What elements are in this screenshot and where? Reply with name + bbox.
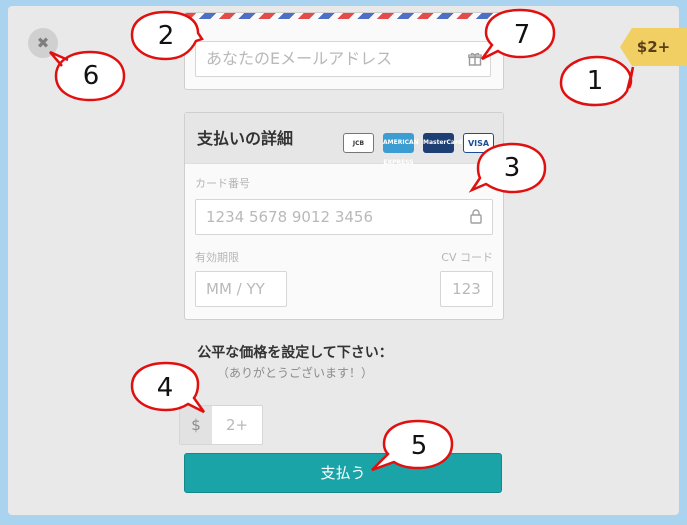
price-placeholder: 2+	[225, 416, 249, 434]
fair-price-title: 公平な価格を設定して下さい：	[197, 345, 393, 361]
card-number-input[interactable]: 1234 5678 9012 3456	[195, 199, 493, 235]
email-placeholder: あなたのEメールアドレス	[206, 49, 393, 68]
card-number-placeholder: 1234 5678 9012 3456	[206, 208, 373, 226]
callout-7-label: 7	[513, 20, 531, 50]
callout-6-label: 6	[82, 61, 100, 91]
expiry-input[interactable]: MM / YY	[195, 271, 287, 307]
lock-icon	[470, 209, 482, 224]
expiry-label: 有効期限	[195, 251, 239, 264]
callout-3: 3	[468, 140, 548, 196]
expiry-placeholder: MM / YY	[206, 280, 265, 298]
callout-6: 6	[48, 48, 126, 104]
callout-3-label: 3	[503, 153, 521, 183]
email-card: あなたのEメールアドレス	[184, 12, 504, 90]
callout-7: 7	[478, 7, 558, 63]
callout-1: 1	[555, 53, 635, 109]
callout-4-label: 4	[156, 373, 174, 403]
payment-details-card: 支払いの詳細 JCB AMERICAN EXPRESS MasterCard V…	[184, 112, 504, 320]
amex-card-icon: AMERICAN EXPRESS	[383, 133, 419, 166]
callout-2-label: 2	[157, 21, 175, 51]
callout-1-label: 1	[586, 66, 604, 96]
cvc-label: CV コード	[441, 251, 493, 264]
payment-header: 支払いの詳細 JCB AMERICAN EXPRESS MasterCard V…	[185, 113, 503, 166]
payment-title: 支払いの詳細	[197, 129, 294, 148]
cvc-input[interactable]: 123	[440, 271, 493, 307]
callout-5: 5	[370, 418, 456, 474]
jcb-card-icon: JCB	[343, 133, 374, 153]
airmail-stripe	[185, 13, 503, 19]
callout-5-label: 5	[410, 431, 428, 461]
callout-2: 2	[128, 9, 204, 63]
mastercard-icon: MasterCard	[423, 133, 462, 153]
cvc-placeholder: 123	[452, 280, 481, 298]
callout-4: 4	[128, 360, 208, 416]
fair-price-subtitle: （ありがとうございます！）	[216, 366, 373, 380]
email-input[interactable]: あなたのEメールアドレス	[195, 41, 491, 77]
card-number-label: カード番号	[195, 177, 250, 190]
